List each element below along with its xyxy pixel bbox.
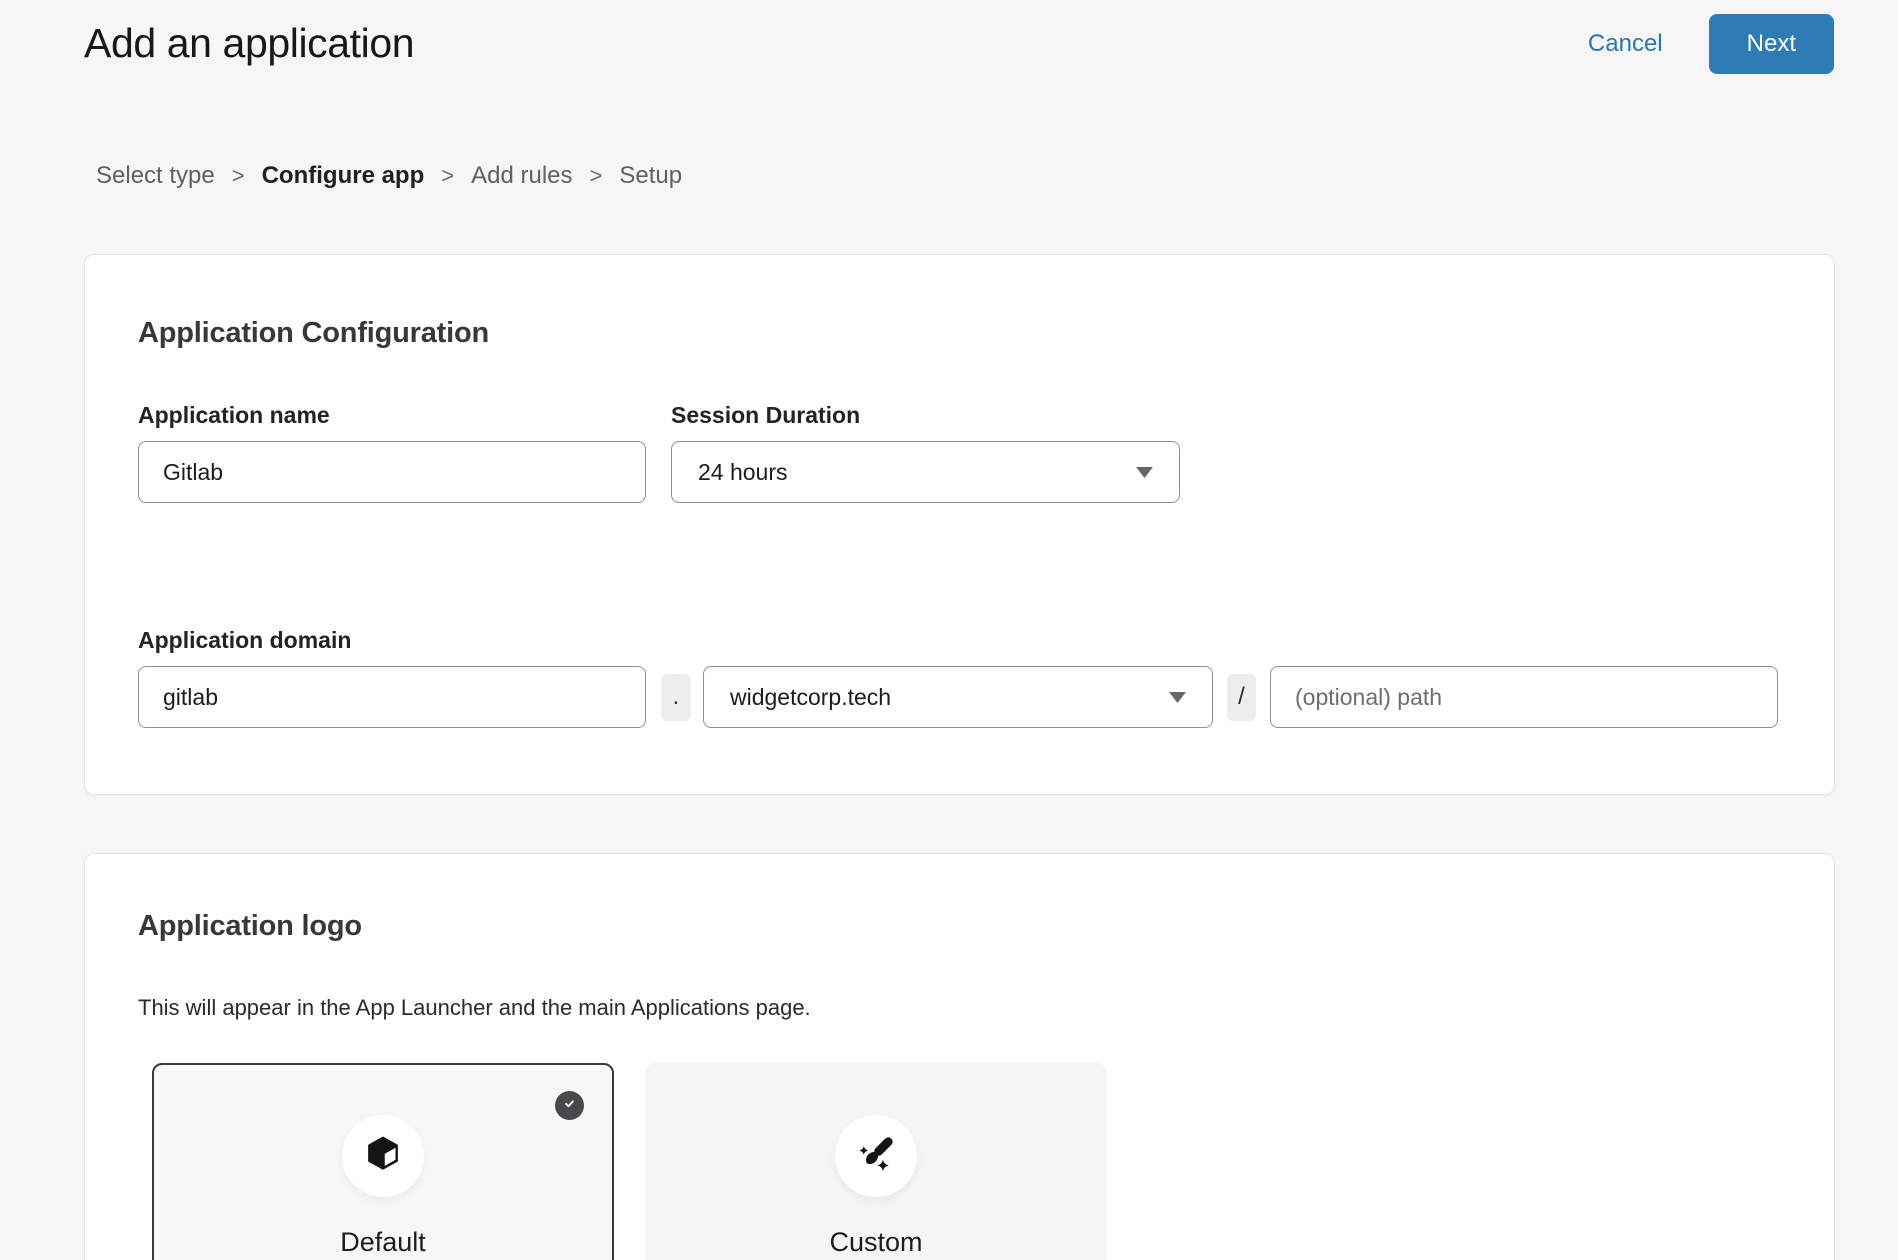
application-configuration-card: Application Configuration Application na… [84, 254, 1835, 795]
session-duration-value: 24 hours [698, 459, 788, 486]
session-duration-field: Session Duration 24 hours [671, 402, 1180, 503]
logo-card-description: This will appear in the App Launcher and… [138, 995, 1781, 1021]
application-domain-row: . widgetcorp.tech / [138, 654, 1781, 728]
breadcrumb-step-add-rules[interactable]: Add rules [471, 162, 572, 190]
application-name-input[interactable] [138, 441, 646, 503]
chevron-down-icon [1136, 467, 1153, 478]
breadcrumb-separator: > [590, 163, 603, 189]
paintbrush-icon [855, 1133, 897, 1180]
page-header: Add an application Cancel Next [0, 0, 1898, 74]
selected-badge [555, 1091, 584, 1120]
domain-slash-separator: / [1227, 674, 1256, 721]
logo-option-tiles: Default Custom [152, 1063, 1781, 1260]
application-name-label: Application name [138, 402, 646, 429]
session-duration-label: Session Duration [671, 402, 1180, 429]
logo-option-label: Custom [829, 1227, 922, 1258]
application-domain-label: Application domain [138, 627, 1781, 654]
check-icon [562, 1096, 577, 1116]
domain-dot-separator: . [661, 674, 691, 721]
subdomain-input[interactable] [138, 666, 646, 728]
next-button[interactable]: Next [1709, 14, 1834, 74]
domain-select-value: widgetcorp.tech [730, 684, 891, 711]
logo-option-label: Default [340, 1227, 426, 1258]
domain-select[interactable]: widgetcorp.tech [703, 666, 1213, 728]
session-duration-select[interactable]: 24 hours [671, 441, 1180, 503]
breadcrumb: Select type > Configure app > Add rules … [96, 162, 1898, 190]
configuration-card-title: Application Configuration [138, 317, 1781, 350]
application-logo-card: Application logo This will appear in the… [84, 853, 1835, 1260]
page-title: Add an application [84, 14, 414, 67]
path-input[interactable] [1270, 666, 1778, 728]
breadcrumb-step-select-type[interactable]: Select type [96, 162, 215, 190]
cube-icon [362, 1133, 404, 1180]
header-actions: Cancel Next [1588, 14, 1834, 74]
name-session-row: Application name Session Duration 24 hou… [138, 402, 1781, 503]
chevron-down-icon [1169, 692, 1186, 703]
cancel-button[interactable]: Cancel [1588, 30, 1663, 58]
application-name-field: Application name [138, 402, 646, 503]
breadcrumb-step-setup[interactable]: Setup [619, 162, 682, 190]
breadcrumb-step-configure-app[interactable]: Configure app [262, 162, 425, 190]
breadcrumb-separator: > [232, 163, 245, 189]
logo-option-custom[interactable]: Custom [645, 1063, 1107, 1260]
logo-option-default[interactable]: Default [152, 1063, 614, 1260]
logo-card-title: Application logo [138, 910, 1781, 943]
default-logo-circle [342, 1115, 424, 1197]
breadcrumb-separator: > [441, 163, 454, 189]
custom-logo-circle [835, 1115, 917, 1197]
